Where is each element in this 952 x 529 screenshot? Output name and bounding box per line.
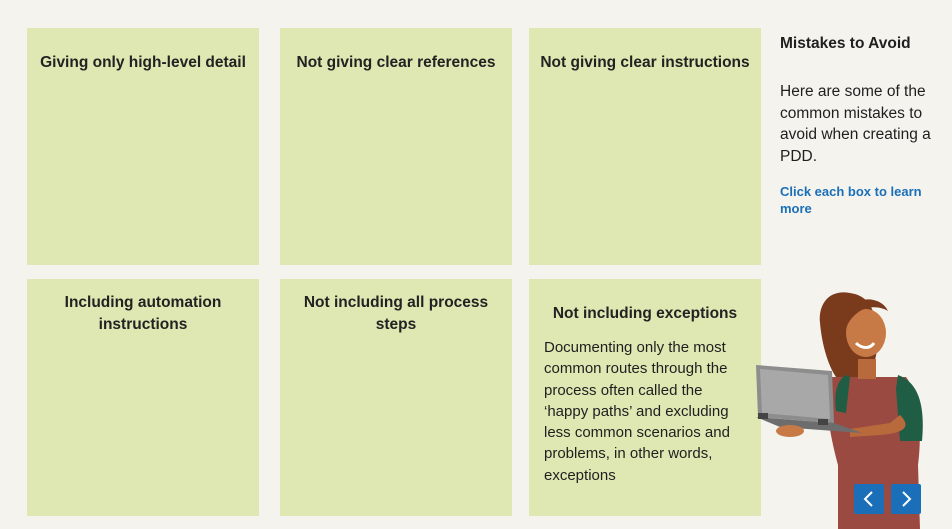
chevron-left-icon: [863, 491, 873, 507]
card-title: Not including all process steps: [303, 294, 489, 333]
card-clear-instructions[interactable]: Not giving clear instructions: [529, 28, 761, 265]
card-title: Giving only high-level detail: [40, 54, 246, 71]
card-body: Documenting only the most common routes …: [544, 339, 730, 484]
previous-button[interactable]: [854, 484, 884, 514]
card-exceptions[interactable]: Not including exceptions Documenting onl…: [529, 279, 761, 516]
next-button[interactable]: [891, 484, 921, 514]
sidebar-cta: Click each box to learn more: [780, 184, 922, 216]
card-title: Including automation instructions: [64, 294, 222, 333]
card-clear-references[interactable]: Not giving clear references: [280, 28, 512, 265]
card-all-process-steps[interactable]: Not including all process steps: [280, 279, 512, 516]
card-title: Not giving clear references: [296, 54, 496, 71]
chevron-right-icon: [902, 491, 912, 507]
sidebar-title: Mistakes to Avoid: [780, 35, 911, 52]
card-title: Not including exceptions: [552, 305, 738, 322]
woman-with-laptop-illustration: [756, 292, 923, 529]
card-title: Not giving clear instructions: [540, 54, 750, 71]
card-high-level-detail[interactable]: Giving only high-level detail: [27, 28, 259, 265]
card-automation-instructions[interactable]: Including automation instructions: [27, 279, 259, 516]
sidebar: Mistakes to Avoid Here are some of the c…: [780, 28, 940, 217]
sidebar-intro: Here are some of the common mistakes to …: [780, 83, 931, 165]
